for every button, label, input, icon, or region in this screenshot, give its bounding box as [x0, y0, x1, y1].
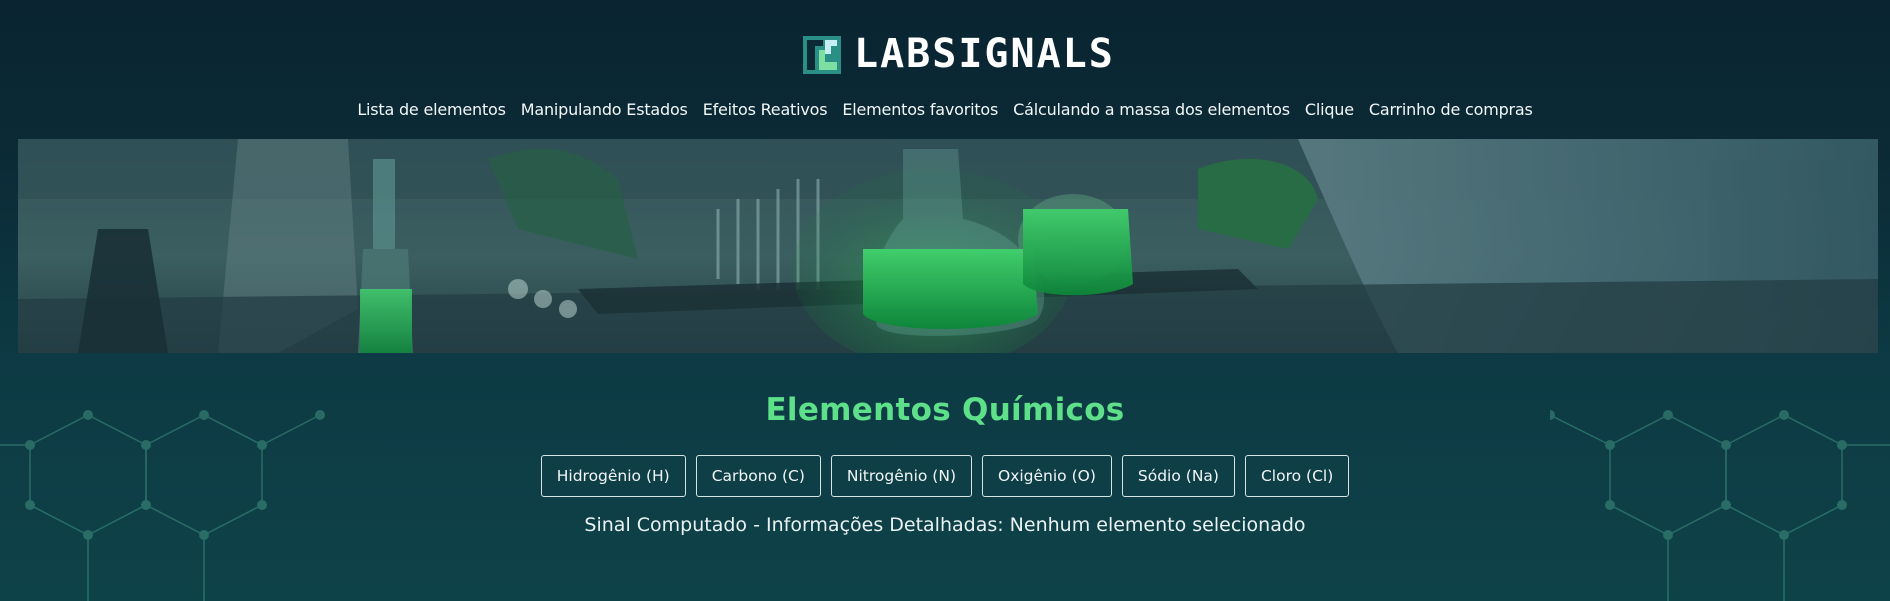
element-button-hidrogenio[interactable]: Hidrogênio (H): [540, 455, 686, 497]
main-nav: Lista de elementos Manipulando Estados E…: [0, 100, 1890, 119]
nav-item-efeitos-reativos[interactable]: Efeitos Reativos: [703, 100, 828, 119]
site-header: LABSIGNALS Lista de elementos Manipuland…: [0, 0, 1890, 138]
page-title: Elementos Químicos: [765, 392, 1125, 428]
nav-item-clique[interactable]: Clique: [1305, 100, 1354, 119]
element-button-nitrogenio[interactable]: Nitrogênio (N): [830, 455, 972, 497]
nav-item-lista-elementos[interactable]: Lista de elementos: [357, 100, 506, 119]
nav-item-calculando-massa[interactable]: Cálculando a massa dos elementos: [1013, 100, 1290, 119]
element-button-oxigenio[interactable]: Oxigênio (O): [982, 455, 1112, 497]
element-button-sodio[interactable]: Sódio (Na): [1121, 455, 1235, 497]
nav-item-elementos-favoritos[interactable]: Elementos favoritos: [842, 100, 998, 119]
nav-item-carrinho[interactable]: Carrinho de compras: [1369, 100, 1533, 119]
brand-logo[interactable]: LABSIGNALS: [803, 32, 1115, 76]
nav-item-manipulando-estados[interactable]: Manipulando Estados: [521, 100, 688, 119]
brand-name: LABSIGNALS: [854, 31, 1115, 77]
status-text: Sinal Computado - Informações Detalhadas…: [584, 514, 1306, 536]
element-buttons: Hidrogênio (H) Carbono (C) Nitrogênio (N…: [0, 455, 1890, 497]
hero-banner-image: [18, 139, 1878, 353]
element-button-cloro[interactable]: Cloro (Cl): [1244, 455, 1350, 497]
labsignals-logo-icon: [803, 36, 841, 74]
laboratory-illustration: [18, 139, 1878, 353]
element-button-carbono[interactable]: Carbono (C): [695, 455, 821, 497]
